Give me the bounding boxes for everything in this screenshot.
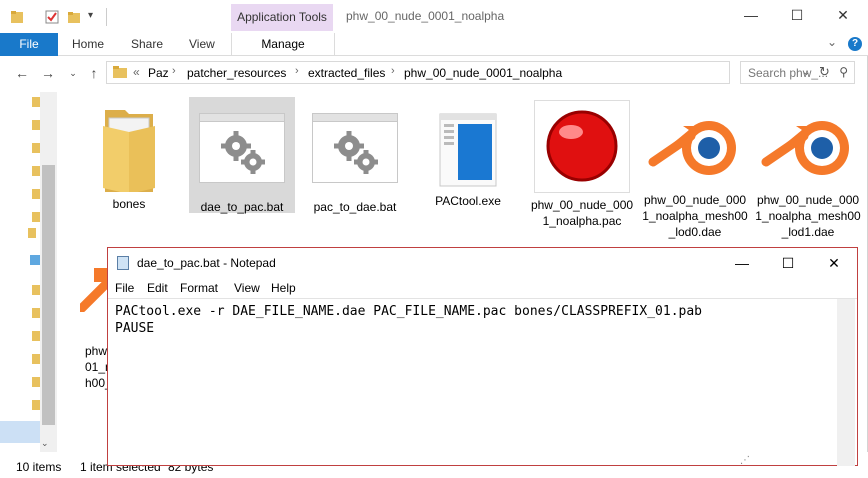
nav-scrollbar-thumb[interactable] bbox=[42, 165, 55, 425]
application-icon bbox=[439, 113, 497, 187]
item-count: 10 items bbox=[16, 460, 62, 474]
application-tools-context-tab: Application Tools bbox=[231, 4, 333, 31]
menu-file[interactable]: File bbox=[115, 281, 134, 295]
gears-icon bbox=[334, 131, 378, 174]
folder-icon[interactable] bbox=[32, 331, 40, 341]
overflow-icon[interactable]: « bbox=[133, 65, 140, 79]
qat-divider bbox=[106, 8, 107, 26]
notepad-scrollbar[interactable] bbox=[837, 299, 855, 466]
folder-icon[interactable] bbox=[32, 143, 40, 153]
text-line: PAUSE bbox=[115, 321, 155, 336]
folder-icon bbox=[103, 110, 155, 192]
folder-icon[interactable] bbox=[32, 212, 40, 222]
file-label: PACtool.exe bbox=[435, 194, 501, 208]
maximize-button[interactable]: ☐ bbox=[774, 0, 820, 33]
new-folder-icon[interactable] bbox=[67, 9, 81, 25]
notepad-menubar: File Edit Format View Help bbox=[108, 278, 857, 298]
folder-icon[interactable] bbox=[32, 308, 40, 318]
tab-manage[interactable]: Manage bbox=[231, 33, 335, 55]
breadcrumb-extracted-files[interactable]: extracted_files bbox=[308, 66, 385, 80]
file-label: phw_00_nude_0001_noalpha.pac bbox=[530, 198, 634, 228]
notepad-minimize-button[interactable]: — bbox=[719, 248, 765, 278]
file-item-dae-to-pac-bat[interactable]: dae_to_pac.bat bbox=[189, 100, 295, 215]
blender-logo-icon bbox=[761, 121, 849, 175]
tab-share[interactable]: Share bbox=[131, 33, 163, 55]
file-label: bones bbox=[112, 197, 146, 211]
breadcrumb-current-folder[interactable]: phw_00_nude_0001_noalpha bbox=[404, 66, 562, 80]
search-placeholder: Search phw_... bbox=[748, 66, 829, 80]
partial-label-line: 01_n bbox=[85, 360, 107, 374]
folder-icon[interactable] bbox=[28, 228, 36, 238]
gears-icon bbox=[221, 131, 265, 174]
file-item-pactool-exe[interactable]: PACtool.exe bbox=[415, 100, 521, 209]
notepad-titlebar[interactable]: dae_to_pac.bat - Notepad — ☐ ✕ bbox=[108, 248, 857, 278]
file-label: pac_to_dae.bat bbox=[313, 200, 397, 214]
address-bar[interactable]: « Paz › patcher_resources › extracted_fi… bbox=[106, 61, 830, 84]
notepad-text-area[interactable]: PACtool.exe -r DAE_FILE_NAME.dae PAC_FIL… bbox=[108, 298, 857, 466]
file-label: phw_00_nude_0001_noalpha_mesh00_lod0.dae bbox=[642, 193, 748, 239]
scroll-down-icon[interactable]: ⌄ bbox=[41, 438, 49, 449]
notepad-close-button[interactable]: ✕ bbox=[811, 248, 857, 278]
folder-icon bbox=[113, 66, 127, 78]
customize-qat-icon[interactable]: ▾ bbox=[88, 10, 93, 21]
minimize-button[interactable]: — bbox=[728, 0, 774, 33]
file-item-pac-file[interactable]: phw_00_nude_0001_noalpha.pac bbox=[529, 100, 635, 229]
folder-icon[interactable] bbox=[32, 400, 40, 410]
file-item-bones[interactable]: bones bbox=[76, 100, 182, 212]
folder-icon[interactable] bbox=[32, 120, 40, 130]
search-icon: ⚲ bbox=[839, 65, 848, 79]
breadcrumb-separator[interactable]: › bbox=[295, 65, 299, 77]
batch-file-icon bbox=[312, 113, 398, 183]
tab-file[interactable]: File bbox=[0, 33, 58, 56]
properties-icon[interactable] bbox=[44, 9, 60, 25]
breadcrumb-separator[interactable]: › bbox=[172, 65, 176, 77]
menu-edit[interactable]: Edit bbox=[147, 281, 168, 295]
notepad-icon bbox=[117, 256, 129, 270]
window-title: phw_00_nude_0001_noalpha bbox=[346, 9, 505, 23]
blender-logo-icon bbox=[648, 121, 736, 175]
file-label: dae_to_pac.bat bbox=[200, 200, 284, 214]
tab-view[interactable]: View bbox=[189, 33, 215, 55]
resize-grip-icon[interactable]: ⋰ bbox=[740, 455, 750, 466]
notepad-maximize-button[interactable]: ☐ bbox=[765, 248, 811, 278]
notepad-title: dae_to_pac.bat - Notepad bbox=[137, 256, 276, 270]
breadcrumb-patcher-resources[interactable]: patcher_resources bbox=[187, 66, 286, 80]
partial-file-label[interactable]: phw 01_n h00_ bbox=[85, 343, 107, 391]
folder-icon[interactable] bbox=[32, 97, 40, 107]
partial-label-line: phw bbox=[85, 344, 107, 358]
file-item-dae-lod1[interactable]: phw_00_nude_0001_noalpha_mesh00_lod1.dae bbox=[755, 100, 861, 240]
folder-icon[interactable] bbox=[32, 354, 40, 364]
menu-view[interactable]: View bbox=[234, 281, 260, 295]
forward-arrow-icon[interactable]: → bbox=[38, 63, 58, 83]
folder-icon[interactable] bbox=[32, 166, 40, 176]
chevron-down-icon[interactable]: ⌄ bbox=[827, 35, 837, 49]
blender-logo-icon[interactable] bbox=[80, 268, 108, 312]
file-label: phw_00_nude_0001_noalpha_mesh00_lod1.dae bbox=[755, 193, 861, 239]
folder-icon[interactable] bbox=[32, 377, 40, 387]
batch-file-icon bbox=[199, 113, 285, 183]
breadcrumb-paz[interactable]: Paz bbox=[148, 66, 169, 80]
help-icon[interactable]: ? bbox=[848, 37, 862, 51]
recent-locations-icon[interactable]: ⌄ bbox=[63, 63, 83, 83]
breadcrumb-separator[interactable]: › bbox=[391, 65, 395, 77]
thumbnail-frame bbox=[534, 100, 630, 193]
file-item-dae-lod0[interactable]: phw_00_nude_0001_noalpha_mesh00_lod0.dae bbox=[642, 100, 748, 240]
text-line: PACtool.exe -r DAE_FILE_NAME.dae PAC_FIL… bbox=[115, 304, 702, 319]
file-item-pac-to-dae-bat[interactable]: pac_to_dae.bat bbox=[302, 100, 408, 215]
red-sphere-icon bbox=[546, 110, 618, 182]
menu-help[interactable]: Help bbox=[271, 281, 296, 295]
menu-format[interactable]: Format bbox=[180, 281, 218, 295]
tab-home[interactable]: Home bbox=[72, 33, 104, 55]
folder-icon[interactable] bbox=[32, 285, 40, 295]
nav-selected-item[interactable] bbox=[0, 421, 40, 443]
back-arrow-icon[interactable]: ← bbox=[12, 63, 32, 83]
folder-icon[interactable] bbox=[32, 189, 40, 199]
search-input[interactable]: Search phw_... ⚲ bbox=[740, 61, 855, 84]
partial-label-line: h00_ bbox=[85, 376, 107, 390]
close-button[interactable]: ✕ bbox=[820, 0, 866, 33]
folder-icon bbox=[11, 11, 23, 23]
notepad-window[interactable]: dae_to_pac.bat - Notepad — ☐ ✕ File Edit… bbox=[107, 247, 858, 466]
up-arrow-icon[interactable]: ↑ bbox=[84, 63, 104, 83]
